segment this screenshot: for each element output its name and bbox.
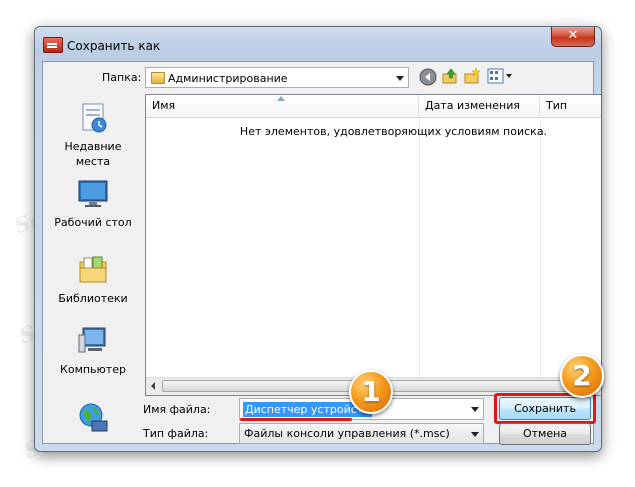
place-libraries[interactable]: Библиотеки [43,254,143,306]
column-divider [540,117,541,377]
desktop-icon [78,180,108,207]
place-computer[interactable]: Компьютер [43,325,143,377]
close-button[interactable]: ✕ [551,27,595,47]
column-type-header[interactable]: Тип [540,95,601,117]
place-network[interactable] [43,402,143,437]
title-bar[interactable]: Сохранить как ✕ [35,27,601,59]
save-dialog-icon [43,37,63,53]
libraries-icon [79,256,107,283]
place-label: Библиотеки [58,292,128,305]
place-recent[interactable]: Недавние места [43,102,143,169]
dialog-body: Папка: Администрирование Недавние места … [42,61,601,445]
file-type-label: Тип файла: [143,427,209,440]
place-label: места [75,155,111,168]
folder-combo-value: Администрирование [168,72,288,85]
place-desktop[interactable]: Рабочий стол [43,178,143,230]
list-header: Имя Дата изменения Тип [146,95,601,118]
place-label: Рабочий стол [54,216,132,229]
file-type-value: Файлы консоли управления (*.msc) [244,427,450,440]
sort-up-icon [277,96,285,101]
step-2-badge: 2 [560,354,604,398]
column-date-header[interactable]: Дата изменения [419,95,540,117]
place-label: Компьютер [60,363,126,376]
chevron-down-icon[interactable] [471,407,479,412]
cancel-button[interactable]: Отмена [499,423,591,445]
back-icon[interactable] [419,68,437,86]
chevron-down-icon[interactable] [471,431,479,437]
folder-combo[interactable]: Администрирование [145,67,409,88]
places-bar: Недавние места Рабочий стол Библиотеки К… [43,62,143,443]
file-name-label: Имя файла: [143,403,211,416]
column-divider [419,117,420,377]
file-type-select[interactable]: Файлы консоли управления (*.msc) [239,423,484,444]
recent-places-icon [82,103,107,133]
step-1-badge: 1 [349,370,393,414]
window-title: Сохранить как [67,39,161,53]
save-as-dialog: Сохранить как ✕ Папка: Администрирование [34,26,602,452]
folder-icon [151,72,165,84]
computer-icon [78,327,106,353]
empty-list-message: Нет элементов, удовлетворяющих условиям … [239,125,548,138]
network-icon [79,403,108,432]
place-label: Недавние [64,140,122,153]
scroll-left-icon[interactable] [151,382,155,390]
new-folder-icon[interactable] [463,67,481,85]
view-menu-icon[interactable] [487,67,513,85]
save-button[interactable]: Сохранить [499,397,591,420]
file-list[interactable]: Имя Дата изменения Тип Нет элементов, уд… [145,94,601,396]
chevron-down-icon[interactable] [396,75,404,81]
annotation-underline [240,418,352,421]
up-folder-icon[interactable] [441,67,459,85]
